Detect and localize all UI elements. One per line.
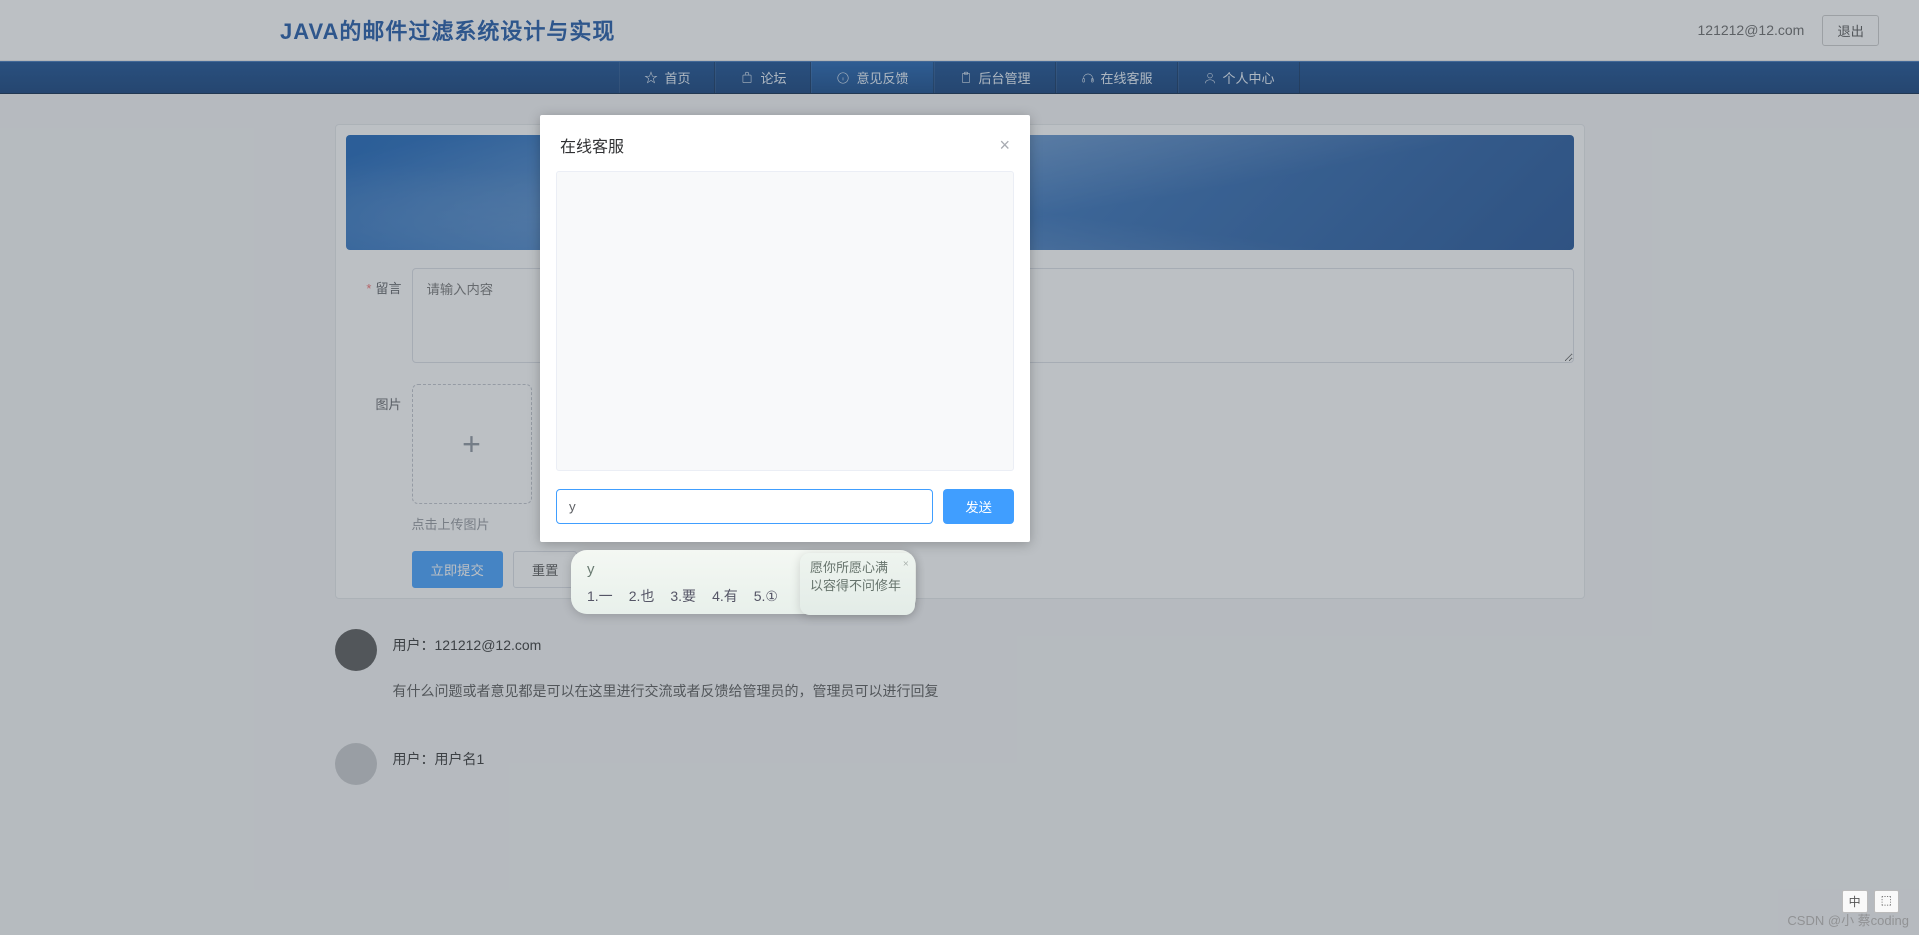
close-icon[interactable]: × — [999, 136, 1010, 154]
close-icon[interactable]: × — [903, 557, 909, 572]
ime-candidate[interactable]: 5.① — [754, 588, 778, 605]
ime-candidate[interactable]: 1.一 — [587, 586, 613, 606]
watermark: CSDN @小 蔡coding — [1787, 910, 1909, 929]
ime-skin-tip: × 愿你所愿心满 以容得不问修年 — [800, 553, 915, 615]
ime-candidate[interactable]: 4.有 — [712, 586, 738, 606]
chat-modal: 在线客服 × 发送 — [540, 115, 1030, 542]
ime-candidate[interactable]: 3.要 — [670, 586, 696, 606]
modal-title: 在线客服 — [560, 133, 624, 157]
ime-candidate[interactable]: 2.也 — [629, 586, 655, 606]
ime-typing: y — [587, 561, 595, 578]
chat-history[interactable] — [556, 171, 1014, 471]
chat-input[interactable] — [556, 489, 933, 524]
send-button[interactable]: 发送 — [943, 489, 1014, 524]
